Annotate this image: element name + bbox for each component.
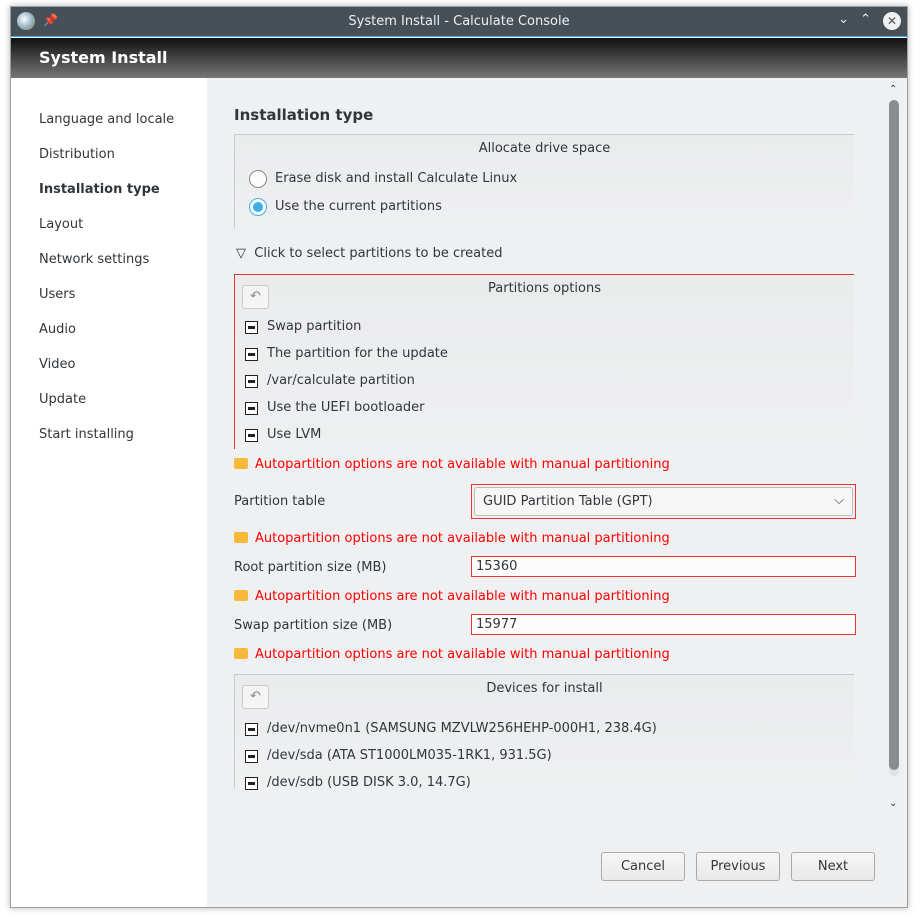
minimize-icon[interactable]: ⌄ bbox=[838, 12, 849, 27]
previous-button[interactable]: Previous bbox=[696, 852, 780, 881]
lvm-label[interactable]: Use LVM bbox=[267, 427, 321, 442]
sidebar-item-installation-type[interactable]: Installation type bbox=[39, 182, 160, 197]
title-bar: 📌 System Install - Calculate Console ⌄ ⌃… bbox=[11, 7, 907, 37]
update-partition-checkbox[interactable] bbox=[245, 348, 258, 361]
scrollbar-handle[interactable] bbox=[889, 100, 899, 770]
erase-disk-label[interactable]: Erase disk and install Calculate Linux bbox=[275, 171, 517, 186]
warning-icon bbox=[234, 458, 248, 469]
allocate-group: Allocate drive space Erase disk and inst… bbox=[234, 134, 854, 229]
scroll-down-icon[interactable]: ⌄ bbox=[889, 798, 897, 809]
scroll-up-icon[interactable]: ⌃ bbox=[889, 84, 897, 95]
maximize-icon[interactable]: ⌃ bbox=[860, 12, 871, 27]
sidebar-item-video[interactable]: Video bbox=[39, 357, 75, 372]
root-size-input[interactable]: 15360 bbox=[471, 556, 856, 577]
triangle-down-icon: ▽ bbox=[236, 246, 246, 261]
group-title: Devices for install bbox=[486, 681, 603, 696]
vertical-scrollbar[interactable] bbox=[889, 100, 899, 776]
partition-table-select[interactable]: GUID Partition Table (GPT) ⌵ bbox=[471, 484, 856, 519]
close-icon[interactable]: ✕ bbox=[883, 12, 901, 30]
undo-icon[interactable]: ↶ bbox=[242, 285, 269, 309]
sidebar-item-start[interactable]: Start installing bbox=[39, 427, 134, 442]
sidebar-item-network[interactable]: Network settings bbox=[39, 252, 149, 267]
devices-group: Devices for install ↶ /dev/nvme0n1 (SAMS… bbox=[234, 674, 854, 790]
cancel-button[interactable]: Cancel bbox=[601, 852, 685, 881]
partitions-expander[interactable]: ▽ Click to select partitions to be creat… bbox=[236, 246, 502, 261]
warning-message: Autopartition options are not available … bbox=[234, 457, 670, 472]
swap-size-label: Swap partition size (MB) bbox=[234, 618, 393, 633]
swap-label[interactable]: Swap partition bbox=[267, 319, 361, 334]
uefi-label[interactable]: Use the UEFI bootloader bbox=[267, 400, 424, 415]
warning-icon bbox=[234, 648, 248, 659]
group-title: Partitions options bbox=[488, 281, 601, 296]
swap-size-input[interactable]: 15977 bbox=[471, 614, 856, 635]
sidebar-item-distribution[interactable]: Distribution bbox=[39, 147, 115, 162]
window-title: System Install - Calculate Console bbox=[348, 14, 570, 29]
warning-message: Autopartition options are not available … bbox=[234, 647, 670, 662]
warning-message: Autopartition options are not available … bbox=[234, 589, 670, 604]
current-partitions-label[interactable]: Use the current partitions bbox=[275, 199, 442, 214]
main-panel: Installation type Allocate drive space E… bbox=[207, 78, 907, 907]
device-checkbox[interactable] bbox=[245, 750, 258, 763]
warning-message: Autopartition options are not available … bbox=[234, 531, 670, 546]
window: 📌 System Install - Calculate Console ⌄ ⌃… bbox=[10, 6, 908, 908]
swap-checkbox[interactable] bbox=[245, 321, 258, 334]
group-title: Allocate drive space bbox=[478, 141, 611, 156]
update-partition-label[interactable]: The partition for the update bbox=[267, 346, 448, 361]
var-calculate-checkbox[interactable] bbox=[245, 375, 258, 388]
undo-icon[interactable]: ↶ bbox=[242, 685, 269, 709]
device-checkbox[interactable] bbox=[245, 723, 258, 736]
lvm-checkbox[interactable] bbox=[245, 429, 258, 442]
page-title: Installation type bbox=[234, 106, 374, 124]
sidebar: Language and locale Distribution Install… bbox=[11, 78, 207, 907]
expander-label: Click to select partitions to be created bbox=[254, 246, 503, 261]
next-button[interactable]: Next bbox=[791, 852, 875, 881]
device-label[interactable]: /dev/sda (ATA ST1000LM035-1RK1, 931.5G) bbox=[267, 748, 552, 763]
partition-table-label: Partition table bbox=[234, 494, 326, 509]
root-size-label: Root partition size (MB) bbox=[234, 560, 387, 575]
uefi-checkbox[interactable] bbox=[245, 402, 258, 415]
sidebar-item-language[interactable]: Language and locale bbox=[39, 112, 174, 127]
device-checkbox[interactable] bbox=[245, 777, 258, 790]
warning-icon bbox=[234, 532, 248, 543]
current-partitions-radio[interactable] bbox=[249, 198, 267, 216]
chevron-down-icon: ⌵ bbox=[834, 493, 844, 508]
warning-icon bbox=[234, 590, 248, 601]
sidebar-item-users[interactable]: Users bbox=[39, 287, 75, 302]
var-calculate-label[interactable]: /var/calculate partition bbox=[267, 373, 415, 388]
device-label[interactable]: /dev/sdb (USB DISK 3.0, 14.7G) bbox=[267, 775, 471, 790]
sidebar-item-audio[interactable]: Audio bbox=[39, 322, 76, 337]
partitions-options-group: Partitions options ↶ Swap partition The … bbox=[234, 274, 854, 449]
sidebar-item-update[interactable]: Update bbox=[39, 392, 86, 407]
app-header: System Install bbox=[11, 38, 907, 78]
erase-disk-radio[interactable] bbox=[249, 170, 267, 188]
device-label[interactable]: /dev/nvme0n1 (SAMSUNG MZVLW256HEHP-000H1… bbox=[267, 721, 657, 736]
sidebar-item-layout[interactable]: Layout bbox=[39, 217, 83, 232]
